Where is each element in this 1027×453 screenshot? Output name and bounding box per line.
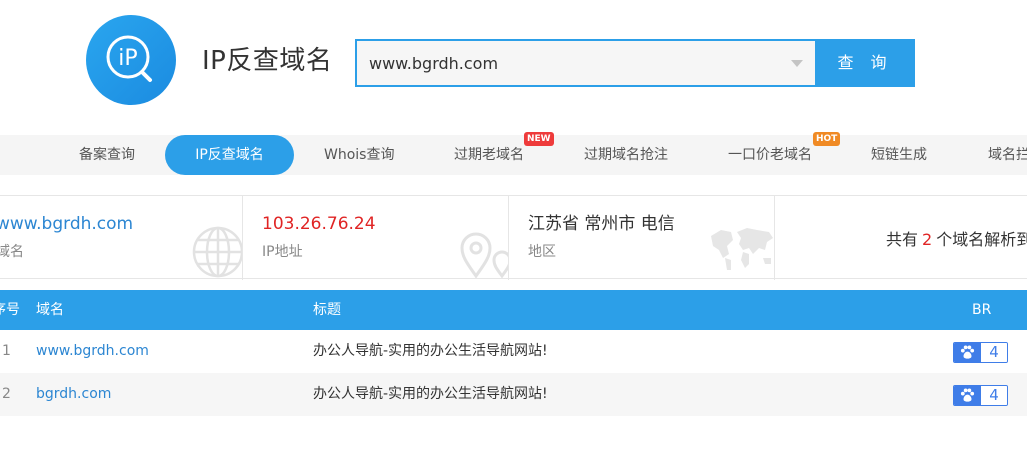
search-box <box>355 39 815 87</box>
paw-icon <box>960 345 975 359</box>
ip-value[interactable]: 103.26.76.24 <box>262 212 376 236</box>
row-title: 办公人导航-实用的办公生活导航网站! <box>313 386 548 402</box>
th-index: 序号 <box>0 302 20 318</box>
summary-suffix: 个域名解析到 <box>936 230 1027 249</box>
nav-item-short-link[interactable]: 短链生成 <box>871 135 927 175</box>
region-label: 地区 <box>528 244 556 260</box>
baidu-rank-badge[interactable]: 4 <box>953 385 1008 406</box>
nav-item-beian[interactable]: 备案查询 <box>79 135 135 175</box>
th-domain: 域名 <box>36 302 64 318</box>
domain-label: 域名 <box>0 244 24 260</box>
th-title: 标题 <box>313 302 341 318</box>
row-domain-link[interactable]: www.bgrdh.com <box>36 330 149 373</box>
region-card: 江苏省 常州市 电信 地区 <box>509 196 775 280</box>
main-nav: 备案查询 IP反查域名 Whois查询 过期老域名 NEW 过期域名抢注 一口价… <box>0 132 1027 175</box>
row-index: 1 <box>2 343 11 359</box>
region-value: 江苏省 常州市 电信 <box>528 214 675 234</box>
chevron-down-icon[interactable] <box>791 60 803 67</box>
domain-count: 2 <box>922 230 933 249</box>
hot-badge: HOT <box>813 132 841 146</box>
paw-icon <box>960 388 975 402</box>
summary-prefix: 共有 <box>886 230 919 249</box>
table-row: 2 bgrdh.com 办公人导航-实用的办公生活导航网站! 4 <box>0 373 1027 416</box>
domain-value[interactable]: www.bgrdh.com <box>0 212 133 236</box>
baidu-rank-value: 4 <box>981 386 1007 405</box>
ip-card: 103.26.76.24 IP地址 <box>243 196 509 280</box>
site-title: IP反查域名 <box>202 46 333 76</box>
nav-item-ip-reverse[interactable]: IP反查域名 <box>165 135 294 175</box>
site-logo[interactable]: iP <box>86 15 176 105</box>
table-row: 1 www.bgrdh.com 办公人导航-实用的办公生活导航网站! 4 <box>0 330 1027 373</box>
resolution-summary: 共有 2 个域名解析到 <box>886 226 1027 250</box>
nav-item-fixed-price[interactable]: 一口价老域名 <box>728 135 812 175</box>
search-input[interactable] <box>357 41 787 85</box>
ip-label: IP地址 <box>262 244 303 260</box>
row-index: 2 <box>2 386 11 402</box>
nav-item-whois[interactable]: Whois查询 <box>324 135 394 175</box>
row-domain-link[interactable]: bgrdh.com <box>36 373 111 416</box>
nav-item-expired-domains[interactable]: 过期老域名 <box>454 135 524 175</box>
info-row: www.bgrdh.com 域名 103.26.76.24 IP地址 江苏省 常… <box>0 195 1027 280</box>
baidu-rank-value: 4 <box>981 343 1007 362</box>
globe-icon <box>192 226 242 278</box>
nav-item-domain-block[interactable]: 域名拦 <box>988 135 1027 175</box>
row-title: 办公人导航-实用的办公生活导航网站! <box>313 343 548 359</box>
ip-magnifier-icon: iP <box>106 35 152 82</box>
search-button[interactable]: 查 询 <box>815 39 915 87</box>
logo-text: iP <box>118 46 137 71</box>
baidu-rank-badge[interactable]: 4 <box>953 342 1008 363</box>
world-map-icon <box>711 228 773 270</box>
location-pin-icon <box>460 232 508 278</box>
table-header: 序号 域名 标题 BR <box>0 290 1027 330</box>
th-br: BR <box>972 302 992 318</box>
new-badge: NEW <box>524 132 554 146</box>
domain-card: www.bgrdh.com 域名 <box>0 196 243 280</box>
nav-item-domain-snap[interactable]: 过期域名抢注 <box>584 135 668 175</box>
